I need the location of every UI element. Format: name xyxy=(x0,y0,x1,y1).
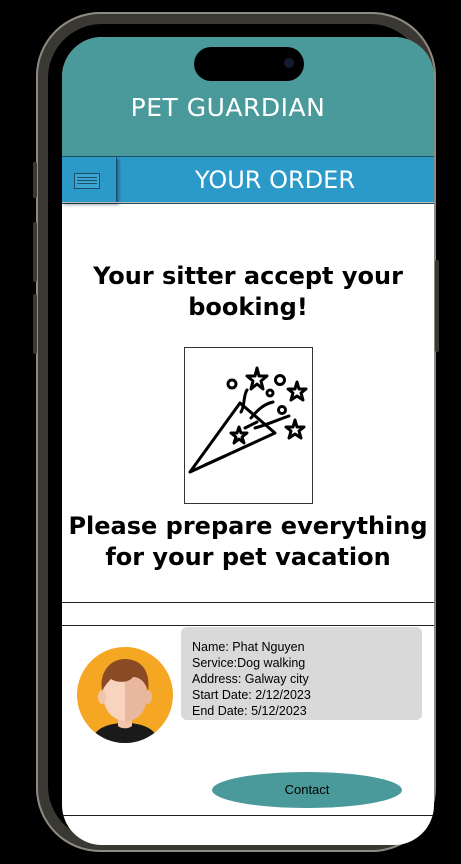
phone-frame: PET GUARDIAN YOUR ORDER Your sitter acce… xyxy=(33,12,439,852)
party-popper-icon xyxy=(188,366,308,474)
contact-button[interactable]: Contact xyxy=(212,772,402,808)
person-avatar-icon xyxy=(91,659,159,743)
app-screen: PET GUARDIAN YOUR ORDER Your sitter acce… xyxy=(62,37,434,845)
sitter-avatar xyxy=(77,647,173,743)
page-title: YOUR ORDER xyxy=(195,166,355,194)
sitter-info-card: Name: Phat Nguyen Service:Dog walking Ad… xyxy=(181,627,422,720)
menu-button[interactable] xyxy=(62,157,117,203)
volume-down-button xyxy=(33,294,37,354)
sitter-name: Name: Phat Nguyen xyxy=(192,640,305,654)
sitter-address: Address: Galway city xyxy=(192,672,309,686)
divider xyxy=(62,602,434,603)
start-date: Start Date: 2/12/2023 xyxy=(192,688,311,702)
order-bar: YOUR ORDER xyxy=(62,156,434,204)
side-button xyxy=(33,162,37,198)
sitter-service: Service:Dog walking xyxy=(192,656,306,670)
prepare-message: Please prepare everything for your pet v… xyxy=(68,512,428,571)
phone-bezel: PET GUARDIAN YOUR ORDER Your sitter acce… xyxy=(48,24,434,845)
camera-icon xyxy=(284,58,294,68)
volume-up-button xyxy=(33,222,37,282)
app-header: PET GUARDIAN xyxy=(62,37,434,156)
divider xyxy=(62,815,434,816)
power-button xyxy=(435,260,439,352)
divider xyxy=(62,625,434,626)
celebration-image xyxy=(184,347,313,504)
divider xyxy=(62,202,434,203)
menu-icon xyxy=(74,173,100,189)
end-date: End Date: 5/12/2023 xyxy=(192,704,307,718)
app-title: PET GUARDIAN xyxy=(130,93,326,122)
booking-accepted-heading: Your sitter accept your booking! xyxy=(93,262,403,321)
